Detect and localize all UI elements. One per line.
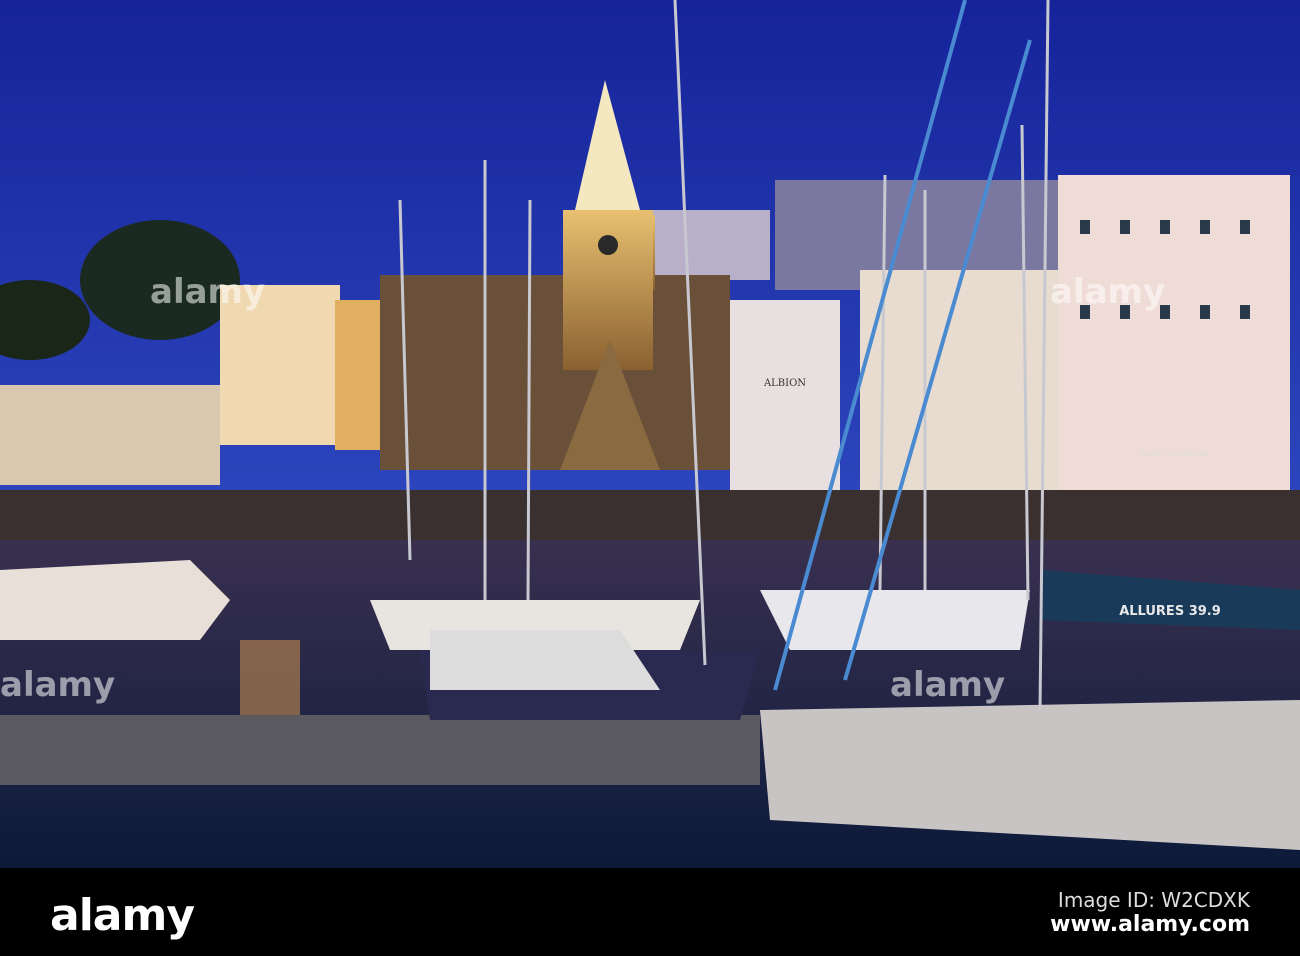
building-right (1058, 175, 1290, 495)
alamy-logo: alamy (50, 890, 195, 941)
building (650, 210, 770, 280)
harbour-night-photo: ALBION MARKS & SPENCER ALLURES 39.9 (0, 0, 1300, 868)
quay-wall (0, 490, 1300, 540)
albion-sign: ALBION (763, 378, 806, 389)
watermark: alamy (150, 272, 266, 312)
stock-photo: ALBION MARKS & SPENCER ALLURES 39.9 alam… (0, 0, 1300, 956)
motor-yacht (0, 560, 230, 640)
church-body (380, 275, 730, 470)
albion-building (730, 300, 840, 490)
clock (598, 235, 618, 255)
store-sign: MARKS & SPENCER (1141, 450, 1208, 458)
footer-bar: alamy Image ID: W2CDXK www.alamy.com (0, 868, 1300, 956)
pontoon (0, 715, 760, 785)
sail-cover-label: ALLURES 39.9 (1119, 604, 1221, 619)
watermark: alamy (0, 665, 116, 705)
watermark: alamy (1050, 272, 1166, 312)
site-url: www.alamy.com (1050, 912, 1250, 937)
watermark: alamy (890, 665, 1006, 705)
image-id: Image ID: W2CDXK (1057, 888, 1250, 912)
